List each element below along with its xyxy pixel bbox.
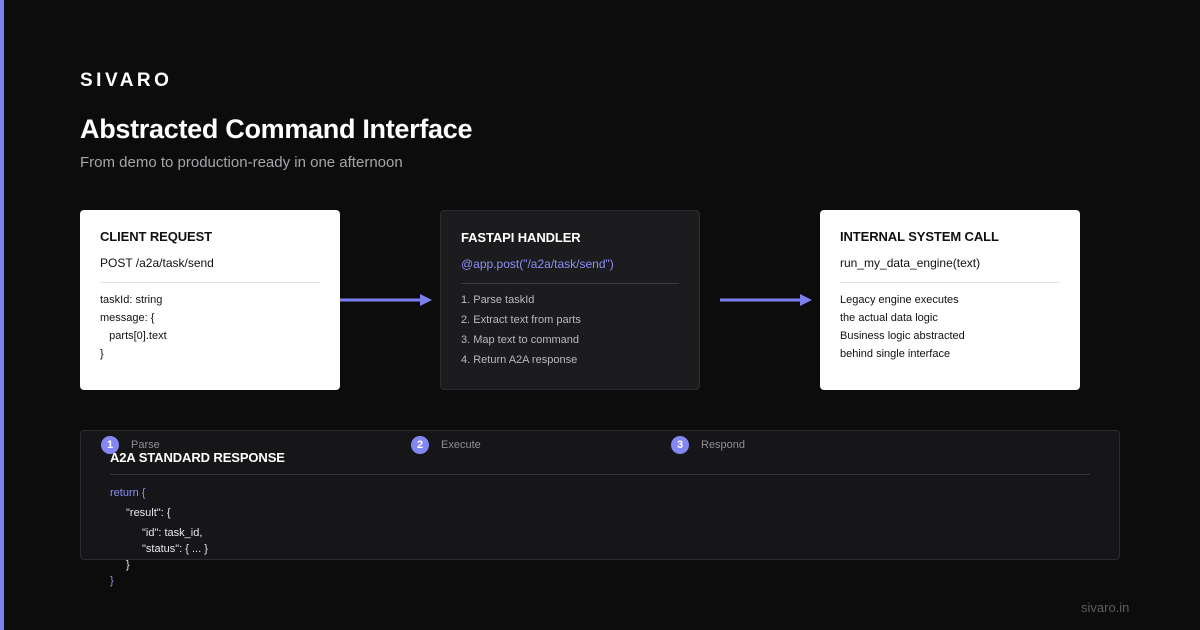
internal-system-call-card: INTERNAL SYSTEM CALL run_my_data_engine(… xyxy=(820,210,1080,390)
a2a-response-panel: A2A STANDARD RESPONSE xyxy=(80,430,1120,560)
card-line: } xyxy=(100,348,104,360)
card-lines: taskId: string message: { parts[0].text … xyxy=(100,291,320,363)
card-endpoint: @app.post("/a2a/task/send") xyxy=(461,257,614,271)
card-line: 4. Return A2A response xyxy=(461,354,578,366)
card-lines: Legacy engine executes the actual data l… xyxy=(840,291,1060,363)
card-line: Business logic abstracted xyxy=(840,330,965,342)
step-label: Respond xyxy=(701,439,746,451)
arrow-right-icon xyxy=(340,294,432,306)
step-label: Parse xyxy=(131,439,160,451)
step-number-badge: 3 xyxy=(671,436,689,454)
card-endpoint: run_my_data_engine(text) xyxy=(840,256,981,270)
code-line: "result": { xyxy=(126,507,171,519)
code-line: return { xyxy=(110,487,146,499)
step-execute: 2 Execute xyxy=(411,436,481,454)
step-parse: 1 Parse xyxy=(101,436,160,454)
page-title: Abstracted Command Interface xyxy=(80,114,473,144)
card-line: 1. Parse taskId xyxy=(461,294,535,306)
card-title: INTERNAL SYSTEM CALL xyxy=(840,229,999,244)
code-line: } xyxy=(110,575,114,587)
step-number-badge: 2 xyxy=(411,436,429,454)
card-divider xyxy=(840,282,1060,283)
card-line: 2. Extract text from parts xyxy=(461,314,581,326)
client-request-card: CLIENT REQUEST POST /a2a/task/send taskI… xyxy=(80,210,340,390)
card-line: parts[0].text xyxy=(100,330,167,342)
card-line: message: { xyxy=(100,312,155,324)
card-line: Legacy engine executes xyxy=(840,294,959,306)
card-line: the actual data logic xyxy=(840,312,938,324)
card-title: CLIENT REQUEST xyxy=(100,229,212,244)
brand-logo: SIVARO xyxy=(80,70,173,91)
accent-bar xyxy=(0,0,4,630)
card-line: 3. Map text to command xyxy=(461,334,579,346)
code-line: "id": task_id, xyxy=(142,527,203,539)
step-number-badge: 1 xyxy=(101,436,119,454)
card-title: FASTAPI HANDLER xyxy=(461,230,581,245)
card-divider xyxy=(461,283,679,284)
fastapi-handler-card: FASTAPI HANDLER @app.post("/a2a/task/sen… xyxy=(440,210,700,390)
card-line: taskId: string xyxy=(100,294,163,306)
card-line: behind single interface xyxy=(840,348,951,360)
footer-url: sivaro.in xyxy=(1081,600,1130,615)
step-label: Execute xyxy=(441,439,481,451)
card-endpoint: POST /a2a/task/send xyxy=(100,256,214,270)
code-line: "status": { ... } xyxy=(142,543,208,555)
page-subtitle: From demo to production-ready in one aft… xyxy=(80,154,403,171)
arrow-right-icon xyxy=(720,294,812,306)
code-line: } xyxy=(126,559,130,571)
step-respond: 3 Respond xyxy=(671,436,745,454)
card-divider xyxy=(100,282,320,283)
response-divider xyxy=(110,474,1090,475)
card-lines: 1. Parse taskId 2. Extract text from par… xyxy=(461,290,679,370)
